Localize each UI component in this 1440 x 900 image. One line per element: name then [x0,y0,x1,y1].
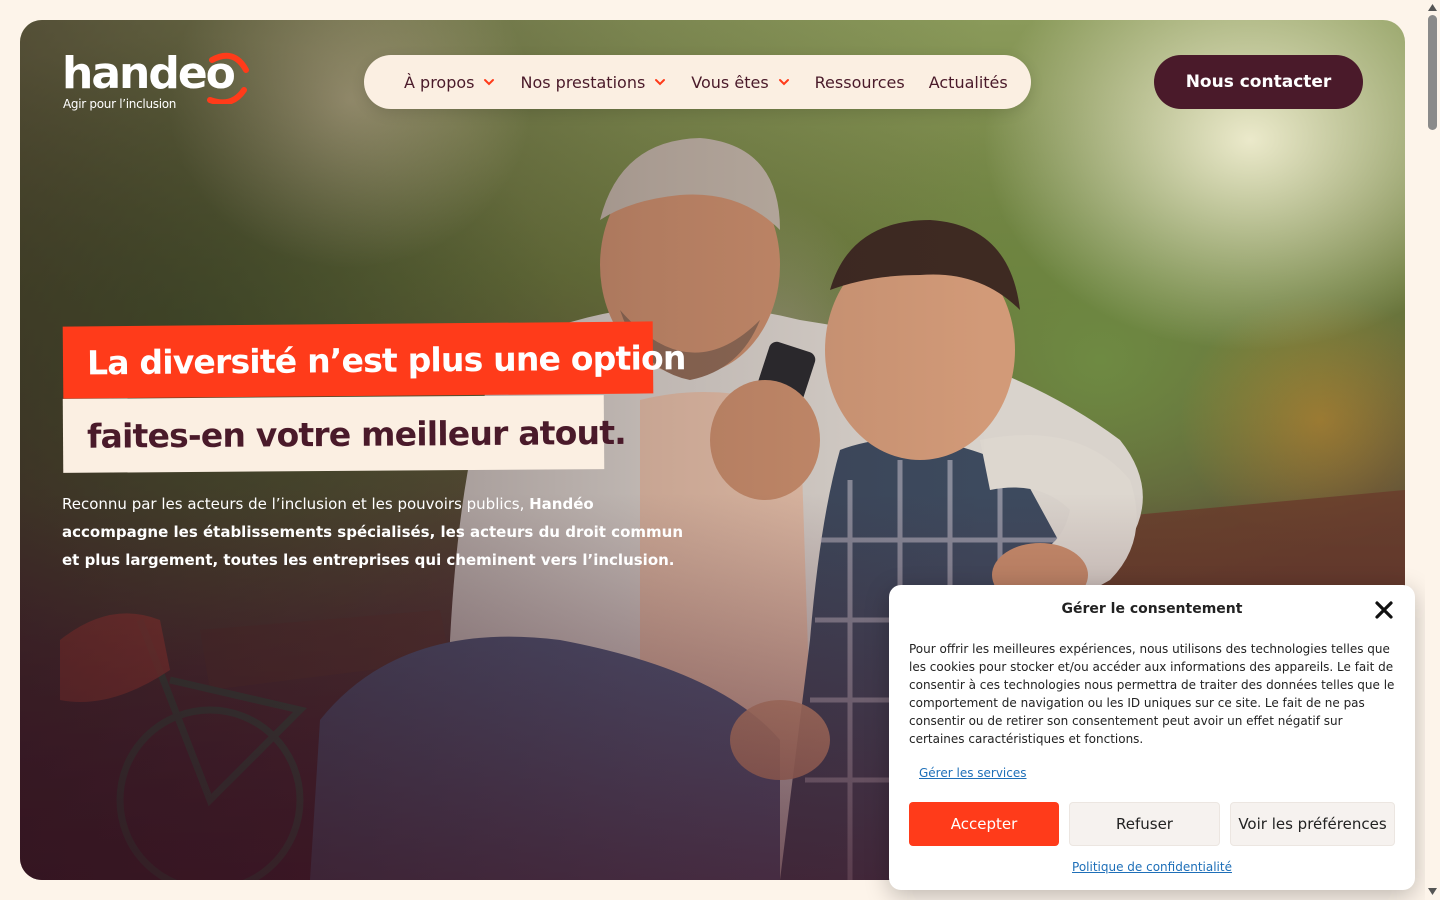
scrollbar-thumb[interactable] [1428,15,1437,130]
consent-dialog: Gérer le consentement Pour offrir les me… [889,585,1415,890]
scroll-up-arrow-icon[interactable] [1428,4,1437,11]
main-nav: À propos Nos prestations Vous êtes Resso… [364,55,1031,109]
logo-tagline: Agir pour l’inclusion [63,97,177,111]
handeo-logo[interactable]: handeo Agir pour l’inclusion [62,48,252,120]
nav-item-a-propos[interactable]: À propos [404,73,496,92]
page-scrollbar[interactable] [1425,0,1440,900]
refuse-button[interactable]: Refuser [1069,802,1220,846]
privacy-policy-link[interactable]: Politique de confidentialité [1072,860,1232,874]
accept-button[interactable]: Accepter [909,802,1059,846]
nav-item-label: Vous êtes [691,72,769,92]
privacy-policy-row: Politique de confidentialité [889,860,1415,874]
hero-headline-line1: La diversité n’est plus une option [62,321,686,399]
nav-item-label: Actualités [928,72,1008,92]
nav-item-label: Ressources [814,72,905,92]
nav-item-vous-etes[interactable]: Vous êtes [691,73,790,92]
nav-item-label: Nos prestations [520,72,646,92]
preferences-button[interactable]: Voir les préférences [1230,802,1395,846]
nav-item-nos-prestations[interactable]: Nos prestations [520,73,667,92]
chevron-down-icon [484,79,495,86]
hero-intro: Reconnu par les acteurs de l’inclusion e… [62,490,702,574]
close-icon[interactable] [1373,599,1395,621]
hero-headline-line2: faites-en votre meilleur atout. [62,395,626,473]
manage-services-link[interactable]: Gérer les services [919,766,1027,780]
logo-arc-icon [207,52,249,104]
contact-button[interactable]: Nous contacter [1154,55,1363,109]
hero-intro-plain: Reconnu par les acteurs de l’inclusion e… [62,495,530,513]
chevron-down-icon [778,79,789,86]
chevron-down-icon [655,79,666,86]
scroll-down-arrow-icon[interactable] [1428,888,1437,895]
nav-item-ressources[interactable]: Ressources [815,73,905,92]
consent-body: Pour offrir les meilleures expériences, … [909,642,1395,746]
nav-item-label: À propos [404,72,475,92]
nav-item-actualites[interactable]: Actualités [929,73,1008,92]
consent-title: Gérer le consentement [1061,601,1243,617]
